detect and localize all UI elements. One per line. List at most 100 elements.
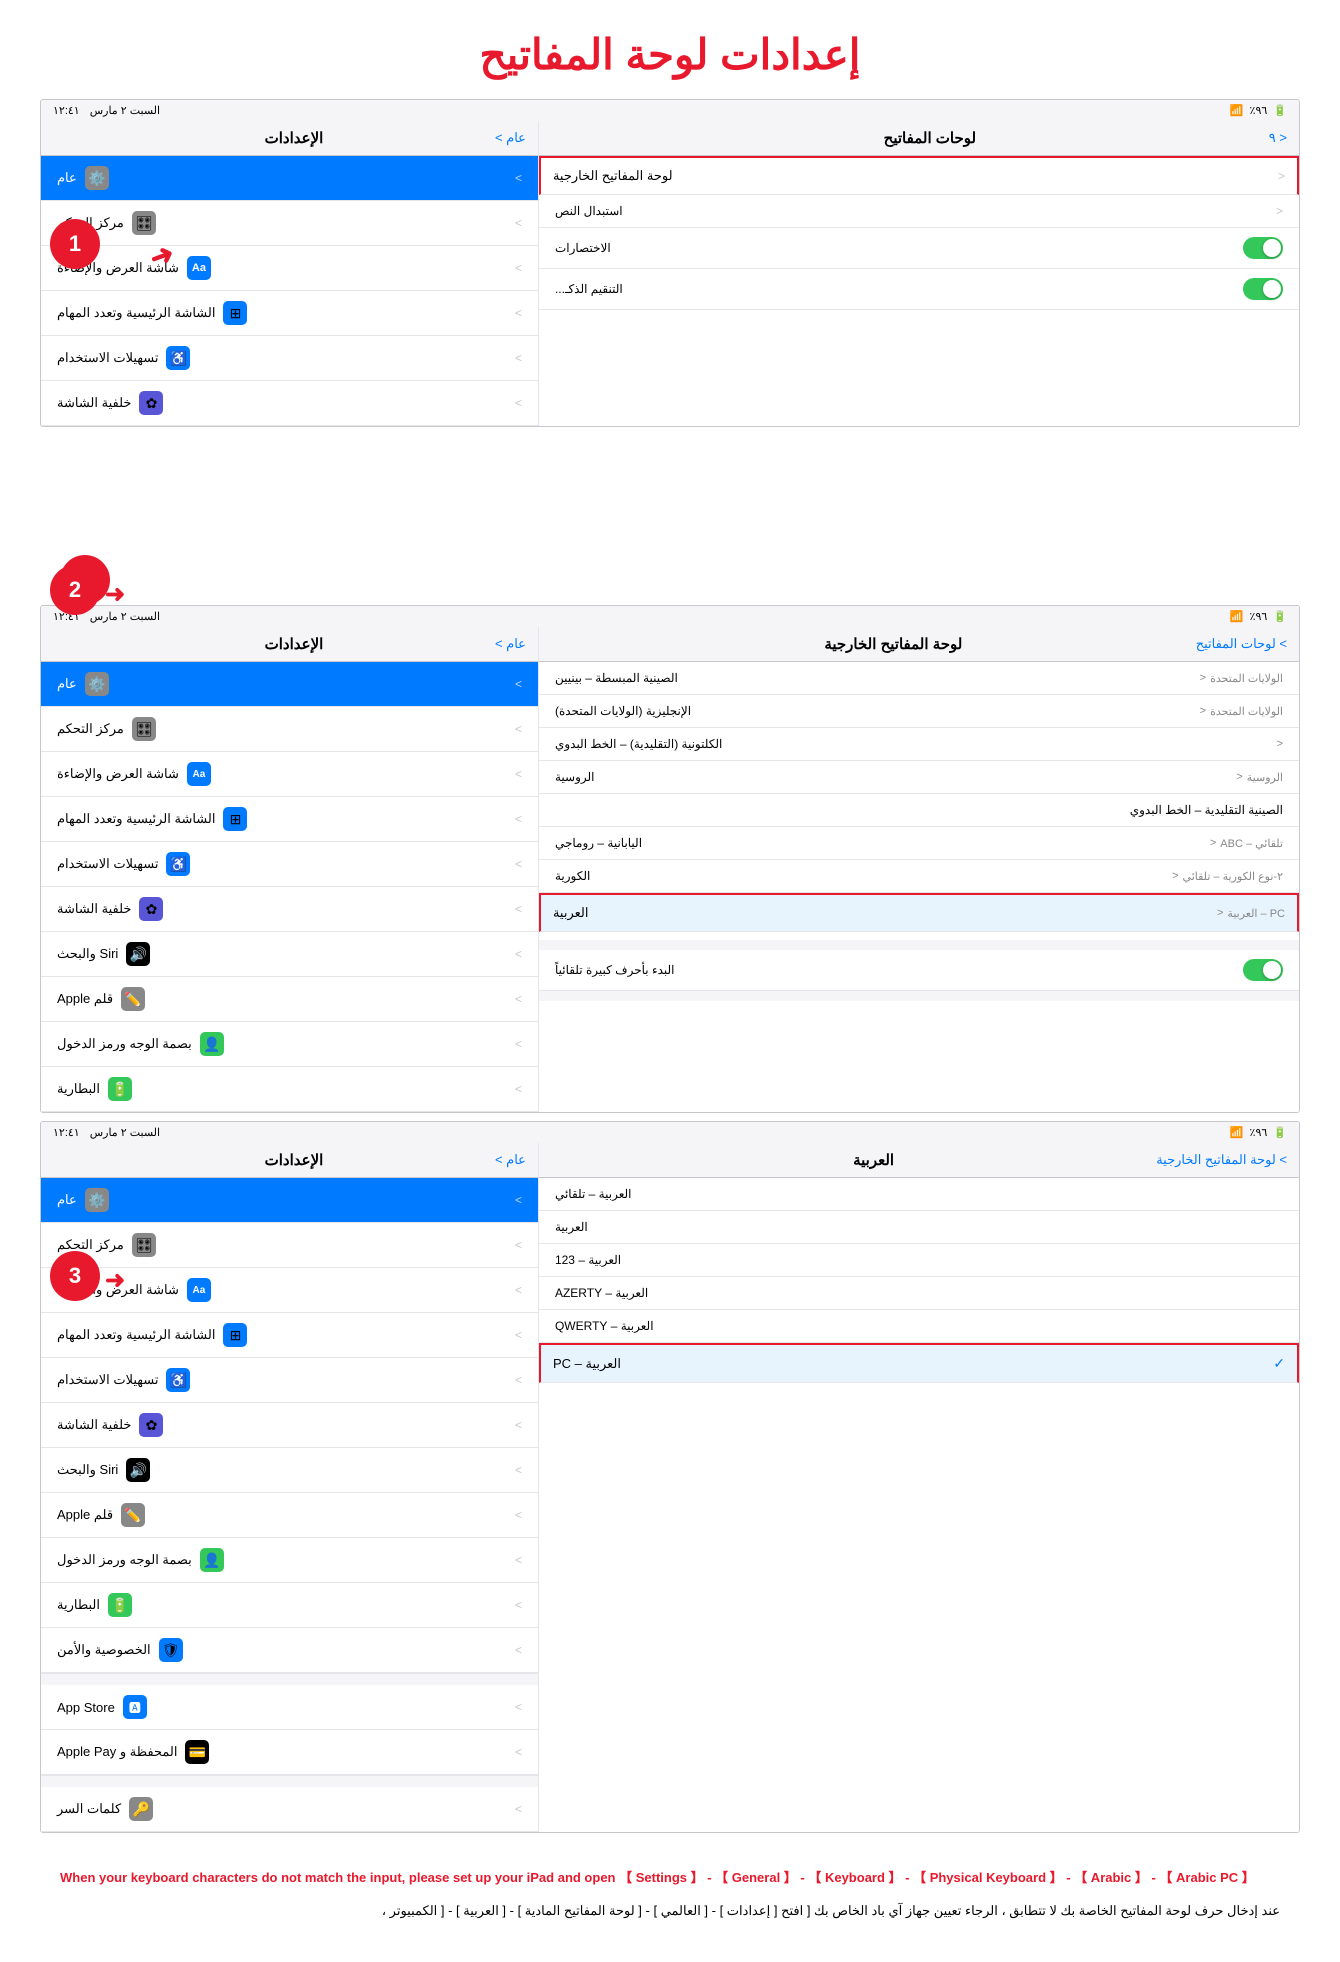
privacy-icon-3: 🛡 [159, 1638, 183, 1662]
smart-punctuation-item[interactable]: التنقيم الذكـ... [539, 269, 1299, 310]
smart-punct-toggle[interactable] [1243, 278, 1283, 300]
pencil-icon-2: ✏️ [121, 987, 145, 1011]
nav-back-2[interactable]: > لوحات المفاتيح [1196, 636, 1287, 652]
wallet-icon-3: 💳 [185, 1740, 209, 1764]
settings-battery-3[interactable]: > 🔋البطارية [41, 1583, 538, 1628]
page-title: إعدادات لوحة المفاتيح [0, 0, 1340, 99]
home-screen-icon: ⊞ [223, 301, 247, 325]
appstore-icon-3: 🅰 [123, 1695, 147, 1719]
settings-back-3[interactable]: عام > [495, 1152, 526, 1168]
time-3: ١٢:٤١ [53, 1126, 80, 1139]
arabic-pc-item[interactable]: ✓ العربية – PC [539, 1343, 1299, 1383]
autocap-toggle-handle[interactable] [1243, 959, 1283, 981]
arabic-azerty[interactable]: العربية – AZERTY [539, 1277, 1299, 1310]
shortcuts-toggle[interactable] [1243, 237, 1283, 259]
settings-back-2[interactable]: عام > [495, 636, 526, 652]
display-icon-2: Aa [187, 762, 211, 786]
arabic-auto[interactable]: العربية – تلقائي [539, 1178, 1299, 1211]
shortcuts-item[interactable]: الاختصارات [539, 228, 1299, 269]
settings-control-center[interactable]: > 🎛 مركز التحكم [41, 201, 538, 246]
lang-label: الصينية المبسطة – بينيين [555, 671, 678, 685]
settings-privacy-3[interactable]: > 🛡الخصوصية والأمن [41, 1628, 538, 1673]
general-icon: ⚙️ [85, 166, 109, 190]
settings-general-3[interactable]: > ⚙️عام [41, 1178, 538, 1223]
chevron-icon: > [515, 216, 522, 230]
accessibility-label: تسهيلات الاستخدام [57, 350, 158, 366]
wallpaper-icon-2: ✿ [139, 897, 163, 921]
settings-cc-2[interactable]: > 🎛مركز التحكم [41, 707, 538, 752]
general-icon-3: ⚙️ [85, 1188, 109, 1212]
wallpaper-icon-3: ✿ [139, 1413, 163, 1437]
settings-general[interactable]: > ⚙️ عام [41, 156, 538, 201]
faceid-icon-3: 👤 [200, 1548, 224, 1572]
settings-list-2: > ⚙️عام > 🎛مركز التحكم > Aaشاشة العرض وا… [41, 662, 538, 1112]
home-icon-2: ⊞ [223, 807, 247, 831]
celtic-traditional[interactable]: < الكلتونية (التقليدية) – الخط البدوي [539, 728, 1299, 761]
settings-wallet-3[interactable]: > 💳المحفظة و Apple Pay [41, 1730, 538, 1775]
nav-title-3: العربية [853, 1151, 894, 1169]
nav-back-3[interactable]: > لوحة المفاتيح الخارجية [1156, 1152, 1287, 1168]
lang-label: الكلتونية (التقليدية) – الخط البدوي [555, 737, 722, 751]
battery-icon: 🔋 [1273, 104, 1287, 117]
settings-faceid-3[interactable]: > 👤بصمة الوجه ورمز الدخول [41, 1538, 538, 1583]
display-icon: Aa [187, 256, 211, 280]
battery-icon-s3: 🔋 [108, 1593, 132, 1617]
settings-title-3: الإعدادات [265, 1151, 324, 1169]
control-center-icon: 🎛 [132, 211, 156, 235]
settings-apple-pencil-3[interactable]: > ✏️قلم Apple [41, 1493, 538, 1538]
wallpaper-label: خلفية الشاشة [57, 395, 131, 411]
settings-siri-3[interactable]: > 🔊Siri والبحث [41, 1448, 538, 1493]
text-replacement-item[interactable]: < استبدال النص [539, 195, 1299, 228]
settings-back-1[interactable]: عام > [495, 130, 526, 146]
settings-faceid-2[interactable]: > 👤بصمة الوجه ورمز الدخول [41, 1022, 538, 1067]
settings-separator-3 [41, 1673, 538, 1685]
settings-home-screen[interactable]: > ⊞ الشاشة الرئيسية وتعدد المهام [41, 291, 538, 336]
shortcuts-label: الاختصارات [555, 241, 611, 255]
korean[interactable]: ٢-نوع الكورية – تلقائي< الكورية [539, 860, 1299, 893]
arabic-item[interactable]: PC – العربية< العربية [539, 893, 1299, 932]
nav-title-1: لوحات المفاتيح [884, 129, 976, 147]
settings-apple-pencil-2[interactable]: > ✏️قلم Apple [41, 977, 538, 1022]
time-1: ١٢:٤١ [53, 104, 80, 117]
chinese-traditional[interactable]: الصينية التقليدية – الخط البدوي [539, 794, 1299, 827]
siri-icon-2: 🔊 [126, 942, 150, 966]
chevron-icon: > [515, 306, 522, 320]
chevron-icon: > [515, 396, 522, 410]
arabic-123[interactable]: العربية – 123 [539, 1244, 1299, 1277]
settings-general-2[interactable]: > ⚙️عام [41, 662, 538, 707]
settings-passwords-3[interactable]: > 🔑كلمات السر [41, 1787, 538, 1832]
chinese-simplified[interactable]: الولايات المتحدة< الصينية المبسطة – بيني… [539, 662, 1299, 695]
russian[interactable]: الروسية< الروسية [539, 761, 1299, 794]
settings-cc-3[interactable]: > 🎛مركز التحكم [41, 1223, 538, 1268]
settings-separator2-3 [41, 1775, 538, 1787]
settings-battery-2[interactable]: > 🔋البطارية [41, 1067, 538, 1112]
cc-icon-3: 🎛 [132, 1233, 156, 1257]
settings-display[interactable]: > Aa شاشة العرض والإضاءة [41, 246, 538, 291]
lang-label: الروسية [555, 770, 595, 784]
physical-keyboard-item[interactable]: < لوحة المفاتيح الخارجية [539, 156, 1299, 195]
settings-wallpaper-2[interactable]: > ✿خلفية الشاشة [41, 887, 538, 932]
settings-siri-2[interactable]: > 🔊Siri والبحث [41, 932, 538, 977]
arabic-qwerty[interactable]: العربية – QWERTY [539, 1310, 1299, 1343]
english-us[interactable]: الولايات المتحدة< الإنجليزية (الولايات ا… [539, 695, 1299, 728]
auto-capitalize-toggle[interactable]: البدء بأحرف كبيرة تلقائياً [539, 950, 1299, 991]
autocap-label: البدء بأحرف كبيرة تلقائياً [555, 963, 675, 977]
smart-punct-label: التنقيم الذكـ... [555, 282, 623, 296]
battery-2: ٩٦٪ [1250, 610, 1268, 623]
settings-wallpaper[interactable]: > ✿ خلفية الشاشة [41, 381, 538, 426]
settings-appstore-3[interactable]: > 🅰App Store [41, 1685, 538, 1730]
status-bar-2: 🔋 ٩٦٪ 📶 السبت ٢ مارس ١٢:٤١ [41, 606, 1299, 627]
nav-back-1[interactable]: < ٩ [1269, 130, 1287, 146]
settings-access-2[interactable]: > ♿تسهيلات الاستخدام [41, 842, 538, 887]
settings-wallpaper-3[interactable]: > ✿خلفية الشاشة [41, 1403, 538, 1448]
settings-access-3[interactable]: > ♿تسهيلات الاستخدام [41, 1358, 538, 1403]
lang-label: اليابانية – روماجي [555, 836, 642, 850]
status-bar-3: 🔋 ٩٦٪ 📶 السبت ٢ مارس ١٢:٤١ [41, 1122, 1299, 1143]
settings-home-3[interactable]: > ⊞الشاشة الرئيسية وتعدد المهام [41, 1313, 538, 1358]
settings-home-2[interactable]: > ⊞الشاشة الرئيسية وتعدد المهام [41, 797, 538, 842]
cc-icon-2: 🎛 [132, 717, 156, 741]
japanese-romaji[interactable]: تلقائي – ABC< اليابانية – روماجي [539, 827, 1299, 860]
settings-display-2[interactable]: > Aaشاشة العرض والإضاءة [41, 752, 538, 797]
settings-accessibility[interactable]: > ♿ تسهيلات الاستخدام [41, 336, 538, 381]
arabic-default[interactable]: العربية [539, 1211, 1299, 1244]
